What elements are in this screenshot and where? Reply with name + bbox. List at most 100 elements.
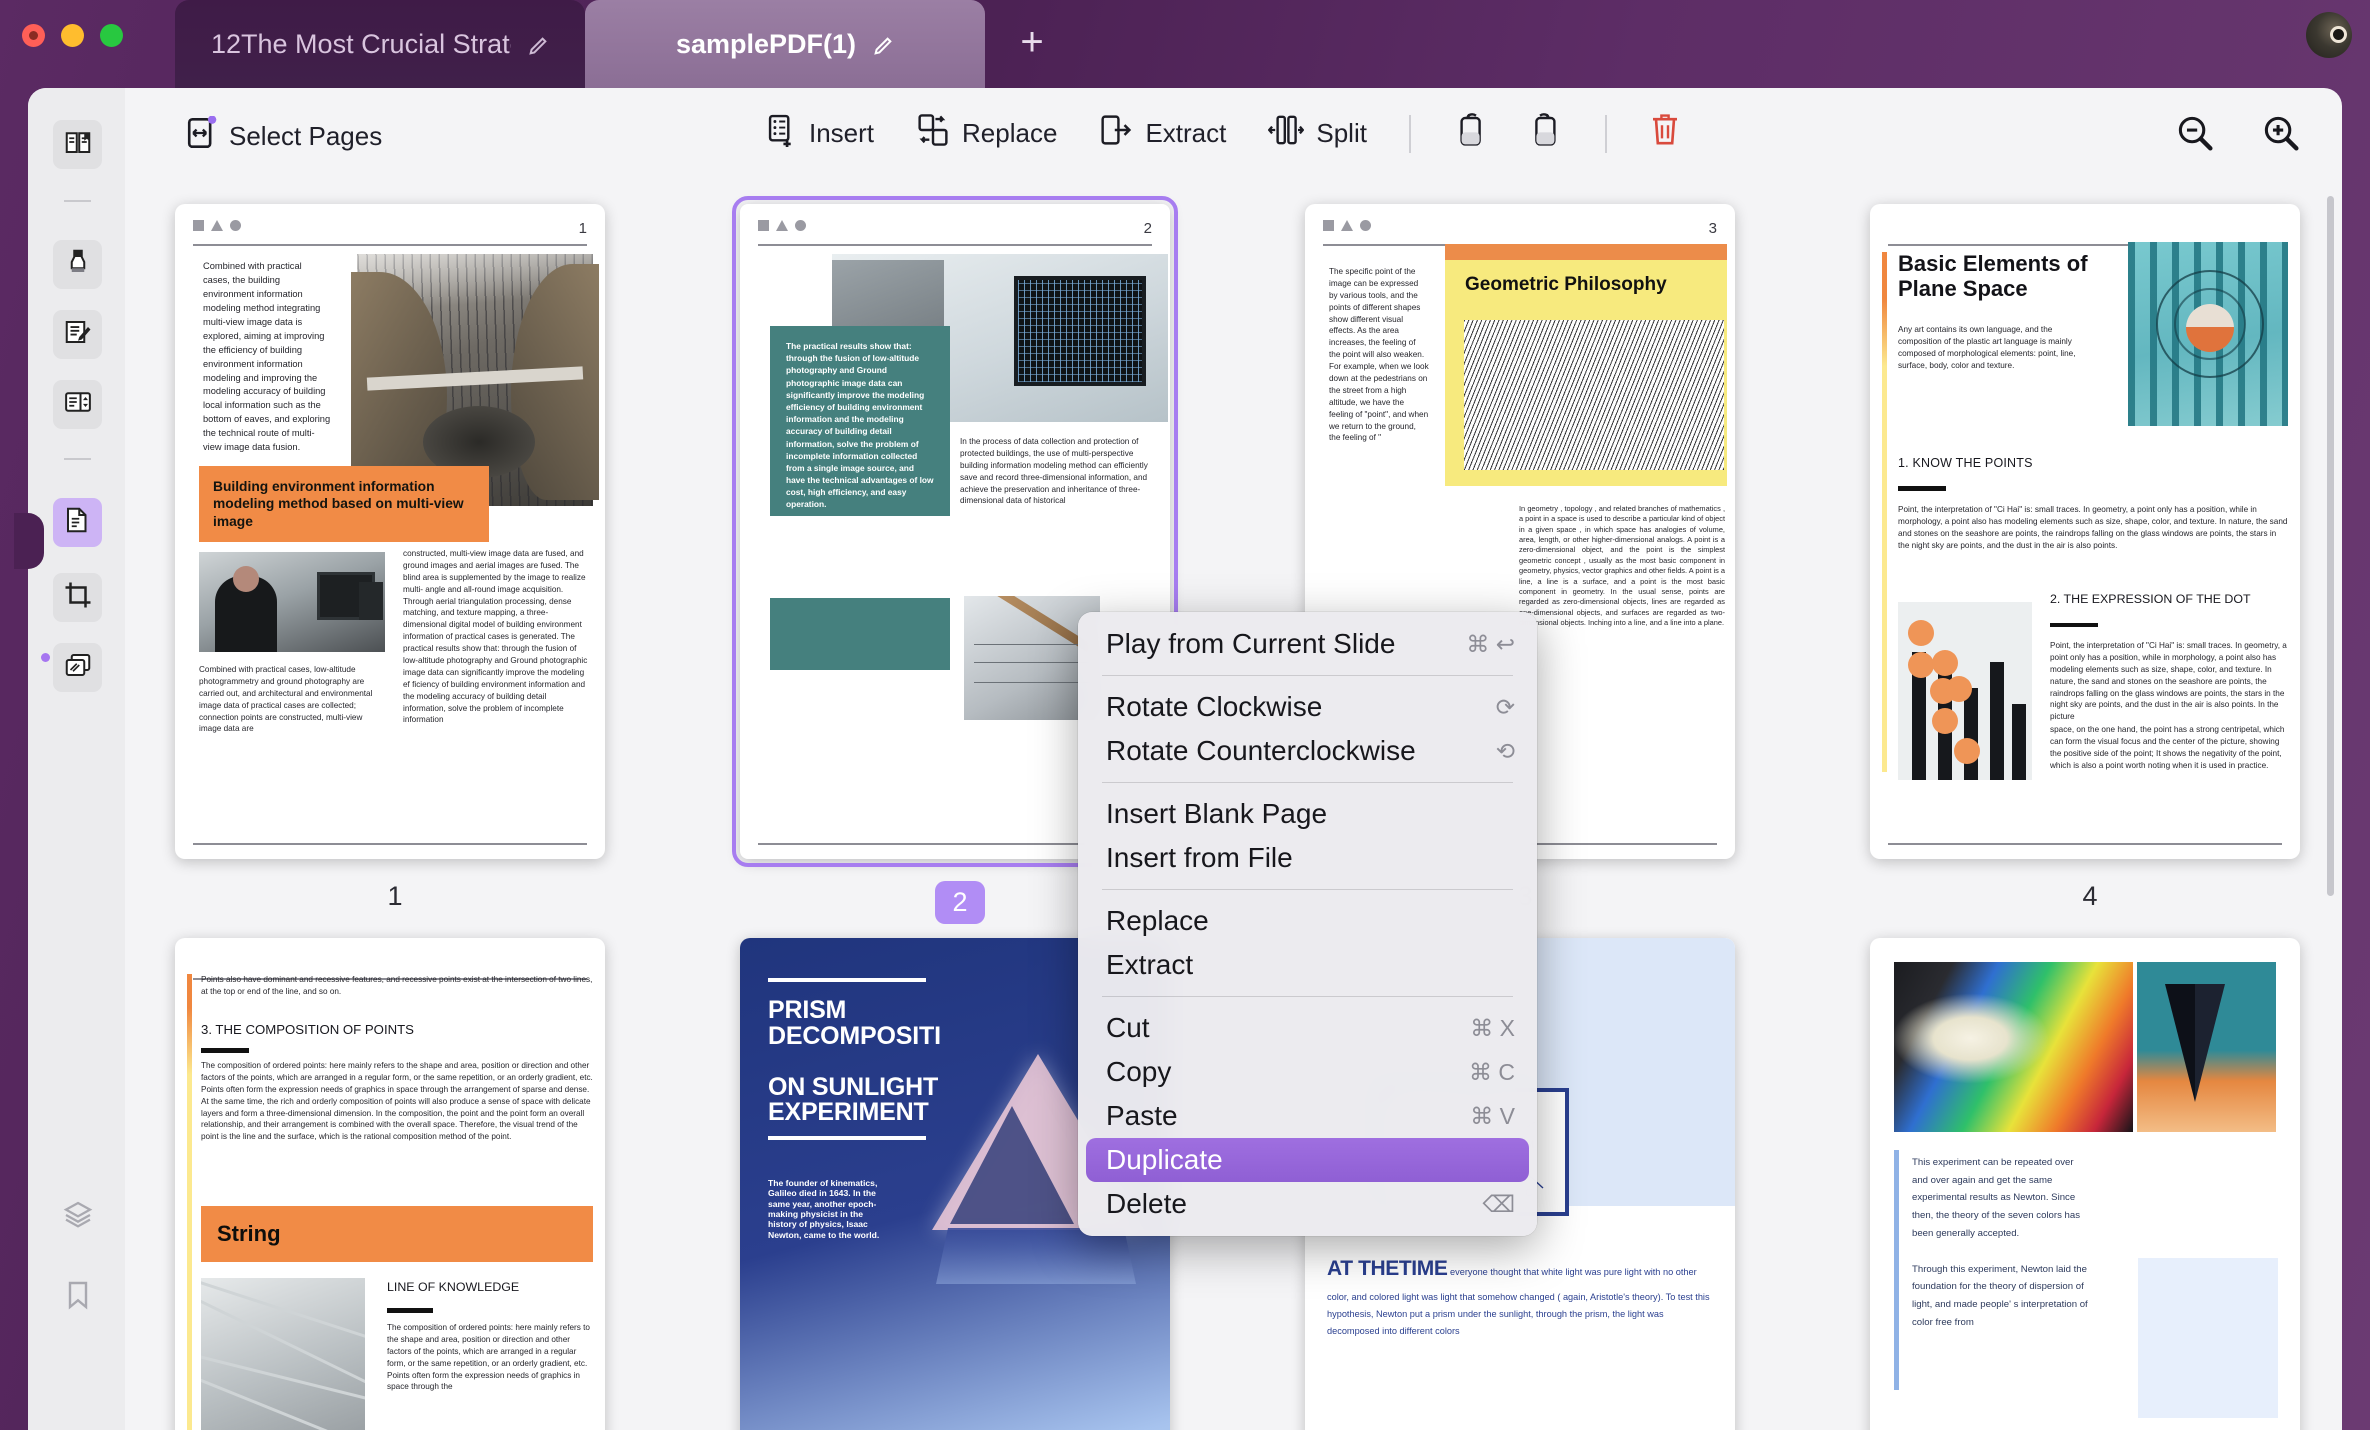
rotate-left-button[interactable] [1453, 112, 1487, 155]
select-pages-button[interactable]: Select Pages [185, 115, 383, 157]
zoom-out-button[interactable] [2176, 114, 2214, 157]
insert-button[interactable]: Insert [765, 113, 874, 154]
page-cell[interactable]: 1 Combined with practical cases, the bui… [175, 204, 615, 912]
page-body: This experiment can be repeated over and… [1912, 1154, 2092, 1332]
sidebar-item-bookmarks[interactable] [53, 1273, 102, 1322]
menu-separator [1102, 889, 1513, 890]
menu-item-label: Paste [1106, 1100, 1178, 1131]
split-label: Split [1316, 118, 1367, 148]
page-cell[interactable]: 4 Basic Elements of Plane Space Any art … [1870, 204, 2310, 912]
page-cell[interactable]: 5 Points also have dominant and recessiv… [175, 938, 615, 1430]
context-menu: Play from Current Slide ⌘ ↩ Rotate Clock… [1078, 612, 1537, 1236]
menu-item-rotate-counterclockwise[interactable]: Rotate Counterclockwise ⟲ [1078, 729, 1537, 773]
menu-item-rotate-clockwise[interactable]: Rotate Clockwise ⟳ [1078, 685, 1537, 729]
page-thumbnail[interactable]: 4 Basic Elements of Plane Space Any art … [1870, 204, 2300, 859]
sidebar-item-annotate[interactable] [53, 310, 102, 359]
vertical-scrollbar[interactable] [2327, 196, 2334, 896]
new-tab-button[interactable]: + [1010, 22, 1054, 66]
tab-document-2[interactable]: samplePDF(1) [585, 0, 985, 88]
sidebar-item-highlight[interactable] [53, 240, 102, 289]
page-card-title: Geometric Philosophy [1465, 274, 1667, 295]
page-photo [201, 1278, 365, 1430]
pencil-icon[interactable] [527, 33, 549, 55]
menu-separator [1102, 996, 1513, 997]
select-pages-label: Select Pages [229, 121, 383, 151]
page-cell[interactable]: This experiment can be repeated over and… [1870, 938, 2310, 1430]
menu-item-extract[interactable]: Extract [1078, 943, 1537, 987]
delete-button[interactable] [1649, 112, 1681, 155]
page-image [2128, 242, 2288, 426]
page-accent-bar [1894, 1150, 1899, 1390]
avatar[interactable] [2306, 12, 2352, 58]
window-controls [22, 24, 123, 47]
minimize-button[interactable] [61, 24, 84, 47]
pencil-icon[interactable] [872, 33, 894, 55]
page-body: AT THETIME everyone thought that white l… [1327, 1250, 1717, 1340]
rotate-right-button[interactable] [1529, 112, 1563, 155]
menu-item-shortcut: ⌘ X [1470, 1014, 1515, 1041]
toolbar-divider [1604, 114, 1607, 153]
menu-item-copy[interactable]: Copy ⌘ C [1078, 1050, 1537, 1094]
extract-icon [1099, 113, 1133, 154]
menu-item-label: Replace [1106, 905, 1209, 936]
page-headline: Building environment information modelin… [213, 478, 464, 529]
page-section-2-text-2: space, on the one hand, the point has a … [2050, 725, 2285, 770]
page-banner: String [201, 1206, 593, 1262]
trash-icon [1649, 112, 1681, 155]
zoom-in-button[interactable] [2262, 114, 2300, 157]
active-indicator-dot [41, 653, 50, 662]
stack-pages-icon [63, 650, 93, 685]
page-thumbnail[interactable]: This experiment can be repeated over and… [1870, 938, 2300, 1430]
page-section-2-text: Point, the interpretation of "Ci Hai" is… [2050, 641, 2287, 722]
sidebar-divider [64, 458, 91, 460]
page-header-number: 1 [578, 220, 587, 237]
sidebar-item-crop[interactable] [53, 573, 102, 622]
page-photo [199, 552, 385, 652]
page-heading: 3. THE COMPOSITION OF POINTS [201, 1022, 414, 1037]
maximize-button[interactable] [100, 24, 123, 47]
menu-item-insert-blank-page[interactable]: Insert Blank Page [1078, 792, 1537, 836]
page-teal-callout: The practical results show that: through… [770, 326, 950, 516]
page-body: The composition of ordered points: here … [201, 1061, 593, 1142]
page-thumbnail[interactable]: 1 Combined with practical cases, the bui… [175, 204, 605, 859]
book-icon [63, 127, 93, 162]
menu-item-replace[interactable]: Replace [1078, 899, 1537, 943]
menu-item-shortcut: ⌘ C [1469, 1058, 1515, 1085]
toolbar-actions: Insert Replace Extract Split [765, 112, 1681, 155]
tab-title: samplePDF(1) [675, 28, 857, 59]
menu-item-label: Cut [1106, 1012, 1150, 1043]
page-section-1-text: Point, the interpretation of "Ci Hai" is… [1898, 505, 2288, 550]
extract-button[interactable]: Extract [1099, 113, 1226, 154]
split-button[interactable]: Split [1268, 113, 1367, 154]
page-number-label: 4 [2082, 881, 2098, 911]
menu-item-label: Rotate Counterclockwise [1106, 735, 1416, 766]
page-teal-text: The practical results show that: through… [786, 341, 934, 510]
sidebar-item-reader-view[interactable] [53, 120, 102, 169]
sidebar-item-compress[interactable] [53, 643, 102, 692]
page-cover-caption: The founder of kinematics, Galileo died … [768, 1178, 880, 1240]
delete-key-icon: ⌫ [1482, 1190, 1515, 1217]
menu-item-duplicate[interactable]: Duplicate [1086, 1138, 1529, 1182]
menu-item-paste[interactable]: Paste ⌘ V [1078, 1094, 1537, 1138]
wireframe-graphic [1464, 320, 1724, 470]
menu-item-insert-from-file[interactable]: Insert from File [1078, 836, 1537, 880]
menu-item-delete[interactable]: Delete ⌫ [1078, 1182, 1537, 1226]
sidebar-item-layers[interactable] [53, 1193, 102, 1242]
close-button[interactable] [22, 24, 45, 47]
sidebar-item-organize-pages[interactable] [53, 498, 102, 547]
menu-item-play-from-current-slide[interactable]: Play from Current Slide ⌘ ↩ [1078, 622, 1537, 666]
crop-icon [63, 580, 93, 615]
page-images [1894, 962, 2276, 1132]
page-bottom-text: In geometry , topology , and related bra… [1519, 504, 1725, 627]
zoom-out-icon [2176, 114, 2214, 157]
menu-item-cut[interactable]: Cut ⌘ X [1078, 1006, 1537, 1050]
page-thumbnail[interactable]: 5 Points also have dominant and recessiv… [175, 938, 605, 1430]
sidebar-item-page-layout[interactable] [53, 380, 102, 429]
page-header: 1 [193, 220, 587, 246]
replace-button[interactable]: Replace [916, 113, 1057, 154]
page-left-column: The specific point of the image can be e… [1329, 267, 1429, 443]
layers-icon [62, 1199, 94, 1236]
menu-separator [1102, 782, 1513, 783]
tab-document-1[interactable]: 12The Most Crucial Strateg [175, 0, 585, 88]
page-section-1-heading: 1. KNOW THE POINTS [1898, 456, 2033, 470]
